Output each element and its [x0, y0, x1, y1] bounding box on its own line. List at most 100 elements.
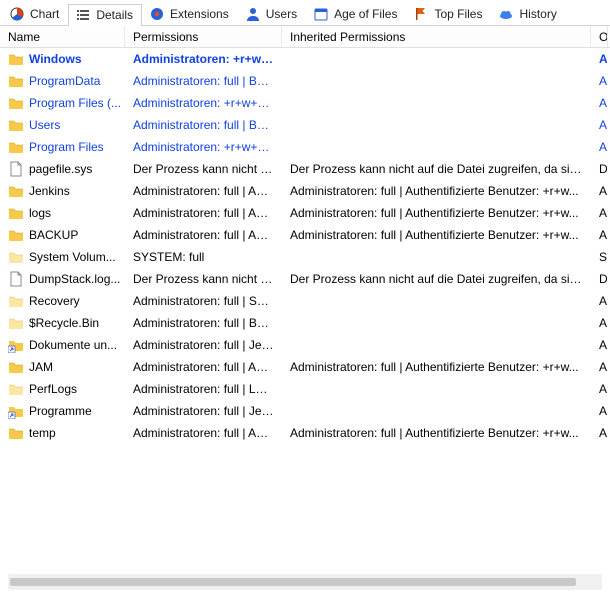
tab-chart[interactable]: Chart — [2, 2, 68, 25]
cell-owner: A — [591, 294, 607, 308]
tab-bar: ChartDetails Extensions Users Age of Files T… — [0, 0, 610, 26]
table-row[interactable]: temp Administratoren: full | Aut...Admini… — [0, 422, 610, 444]
cell-name: Users — [0, 117, 125, 133]
cell-name: logs — [0, 205, 125, 221]
cell-name: Recovery — [0, 293, 125, 309]
horizontal-scrollbar[interactable] — [8, 574, 602, 590]
cell-owner: A — [591, 140, 607, 154]
column-header[interactable]: Permissions — [125, 26, 282, 47]
cell-name: Program Files — [0, 139, 125, 155]
cell-permissions: Administratoren: full | Ben... — [125, 118, 282, 132]
cell-permissions: SYSTEM: full — [125, 250, 282, 264]
cell-permissions: Der Prozess kann nicht au... — [125, 162, 282, 176]
folder-light-icon — [8, 293, 24, 309]
table-row[interactable]: BACKUPAdministratoren: full | Aut...Admi… — [0, 224, 610, 246]
table-row[interactable]: $Recycle.BinAdministratoren: full | Ben.… — [0, 312, 610, 334]
name-text: Jenkins — [29, 184, 70, 198]
tab-details[interactable]: Details — [68, 4, 142, 26]
cell-owner: A — [591, 206, 607, 220]
cell-name: ProgramData — [0, 73, 125, 89]
cell-name: Dokumente un... — [0, 337, 125, 353]
table-row[interactable]: System Volum...SYSTEM: fullS — [0, 246, 610, 268]
tab-history[interactable]: History — [491, 2, 565, 25]
folder-icon — [8, 73, 24, 89]
table-row[interactable]: Program FilesAdministratoren: +r+w+x ...… — [0, 136, 610, 158]
cell-name: JAM — [0, 359, 125, 375]
tab-top[interactable]: Top Files — [406, 2, 491, 25]
list-icon — [75, 7, 91, 23]
folder-icon — [8, 51, 24, 67]
table-row[interactable]: RecoveryAdministratoren: full | SYS... A — [0, 290, 610, 312]
name-text: JAM — [29, 360, 53, 374]
cloud-icon — [498, 6, 514, 22]
name-text: Users — [29, 118, 60, 132]
cell-permissions: Administratoren: full | Ben... — [125, 74, 282, 88]
tab-label: Extensions — [170, 7, 229, 21]
name-text: Programme — [29, 404, 92, 418]
cell-inherited: Administratoren: full | Authentifizierte… — [282, 426, 591, 440]
cell-permissions: Administratoren: full | Leis... — [125, 382, 282, 396]
folder-icon — [8, 95, 24, 111]
folder-light-icon — [8, 249, 24, 265]
table-row[interactable]: UsersAdministratoren: full | Ben...A — [0, 114, 610, 136]
name-text: logs — [29, 206, 51, 220]
name-text: Dokumente un... — [29, 338, 117, 352]
folder-light-icon — [8, 381, 24, 397]
column-header[interactable]: O — [591, 26, 608, 47]
table-row[interactable]: Program Files (...Administratoren: +r+w+… — [0, 92, 610, 114]
folder-icon — [8, 139, 24, 155]
name-text: Program Files — [29, 140, 104, 154]
cell-name: $Recycle.Bin — [0, 315, 125, 331]
cell-name: pagefile.sys — [0, 161, 125, 177]
cell-name: Jenkins — [0, 183, 125, 199]
table-row[interactable]: PerfLogsAdministratoren: full | Leis...A — [0, 378, 610, 400]
cell-owner: A — [591, 426, 607, 440]
table-row[interactable]: pagefile.sys Der Prozess kann nicht au...… — [0, 158, 610, 180]
cell-owner: A — [591, 74, 607, 88]
tab-label: Age of Files — [334, 7, 397, 21]
cell-owner: A — [591, 316, 607, 330]
tab-extensions[interactable]: Extensions — [142, 2, 238, 25]
cell-owner: A — [591, 96, 607, 110]
table-row[interactable]: JenkinsAdministratoren: full | Aut...Adm… — [0, 180, 610, 202]
cell-name: Program Files (... — [0, 95, 125, 111]
name-text: Program Files (... — [29, 96, 121, 110]
cell-permissions: Administratoren: full | SYS... — [125, 294, 282, 308]
cell-permissions: Administratoren: full | Aut... — [125, 206, 282, 220]
cell-permissions: Administratoren: full | Jed... — [125, 338, 282, 352]
table-row[interactable]: Programme Administratoren: full | Jed... A — [0, 400, 610, 422]
cell-permissions: Der Prozess kann nicht au... — [125, 272, 282, 286]
tab-age[interactable]: Age of Files — [306, 2, 406, 25]
cell-permissions: Administratoren: full | Jed... — [125, 404, 282, 418]
column-header[interactable]: Name — [0, 26, 125, 47]
table-row[interactable]: logsAdministratoren: full | Aut...Admini… — [0, 202, 610, 224]
name-text: pagefile.sys — [29, 162, 92, 176]
cell-inherited: Administratoren: full | Authentifizierte… — [282, 360, 591, 374]
column-header[interactable]: Inherited Permissions — [282, 26, 591, 47]
cell-owner: A — [591, 404, 607, 418]
tab-users[interactable]: Users — [238, 2, 306, 25]
cell-permissions: Administratoren: full | Aut... — [125, 228, 282, 242]
cell-permissions: Administratoren: full | Aut... — [125, 426, 282, 440]
table-row[interactable]: WindowsAdministratoren: +r+w+...A — [0, 48, 610, 70]
cell-permissions: Administratoren: full | Aut... — [125, 360, 282, 374]
cell-owner: A — [591, 228, 607, 242]
pie-icon — [9, 6, 25, 22]
cell-name: Programme — [0, 403, 125, 419]
name-text: temp — [29, 426, 56, 440]
name-text: DumpStack.log... — [29, 272, 120, 286]
cell-name: Windows — [0, 51, 125, 67]
shortcut-icon — [8, 337, 24, 353]
table-row[interactable]: Dokumente un... Administratoren: full | J… — [0, 334, 610, 356]
cell-owner: A — [591, 382, 607, 396]
shortcut-icon — [8, 403, 24, 419]
cell-inherited: Administratoren: full | Authentifizierte… — [282, 184, 591, 198]
table-row[interactable]: JAM Administratoren: full | Aut...Adminis… — [0, 356, 610, 378]
cell-inherited: Der Prozess kann nicht auf die Datei zug… — [282, 162, 591, 176]
cell-owner: A — [591, 360, 607, 374]
name-text: System Volum... — [29, 250, 116, 264]
table-body: WindowsAdministratoren: +r+w+...AProgram… — [0, 48, 610, 509]
scrollbar-thumb[interactable] — [10, 578, 576, 586]
table-row[interactable]: DumpStack.log... Der Prozess kann nicht a… — [0, 268, 610, 290]
table-row[interactable]: ProgramDataAdministratoren: full | Ben..… — [0, 70, 610, 92]
